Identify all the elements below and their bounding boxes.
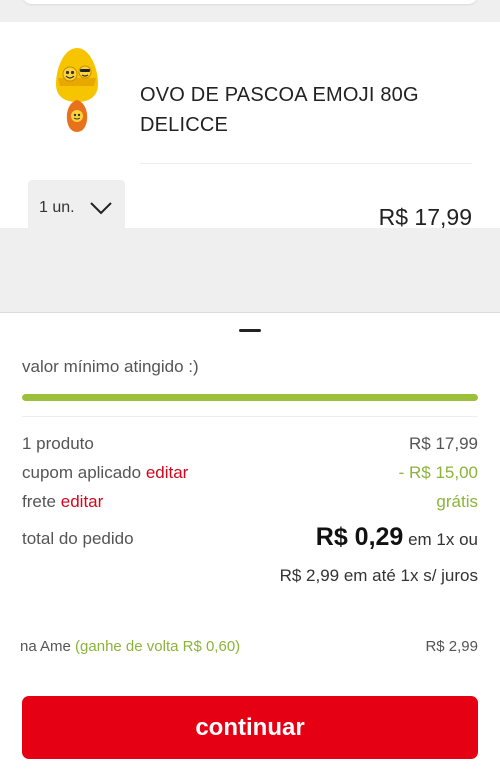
total-row: R$ 0,29 em 1x ou <box>316 523 478 552</box>
coupon-row: cupom aplicado editar <box>22 463 188 483</box>
easter-egg-emoji-icon <box>56 48 98 132</box>
coupon-label: cupom aplicado <box>22 463 142 482</box>
ame-label: na Ame <box>20 638 71 655</box>
items-value: R$ 17,99 <box>409 434 478 453</box>
ame-value: R$ 2,99 <box>425 638 478 655</box>
continue-button[interactable]: continuar <box>22 696 478 759</box>
ame-row: na Ame (ganhe de volta R$ 0,60) <box>20 638 240 655</box>
total-suffix: em 1x ou <box>408 530 478 549</box>
shipping-label: frete <box>22 492 57 511</box>
shipping-edit-link[interactable]: editar <box>61 492 104 511</box>
shipping-row: frete editar <box>22 492 103 512</box>
previous-card-edge <box>22 0 478 4</box>
summary-divider <box>22 416 478 417</box>
items-label: 1 produto <box>22 434 94 453</box>
product-divider <box>140 163 472 164</box>
product-card: OVO DE PASCOA EMOJI 80G DELICCE 1 un. R$… <box>0 22 500 235</box>
product-price: R$ 17,99 <box>378 204 472 230</box>
ame-cashback: (ganhe de volta R$ 0,60) <box>75 638 241 655</box>
minimum-value-label: valor mínimo atingido :) <box>22 357 199 376</box>
progress-fill <box>22 394 478 401</box>
quantity-select[interactable]: 1 un. <box>28 180 125 235</box>
sheet-drag-handle[interactable] <box>239 329 261 332</box>
total-value: R$ 0,29 <box>315 523 404 551</box>
shipping-value: grátis <box>436 492 478 511</box>
product-name: OVO DE PASCOA EMOJI 80G DELICCE <box>140 84 419 136</box>
installments-text: R$ 2,99 em até 1x s/ juros <box>279 566 478 585</box>
chevron-down-icon <box>89 201 112 214</box>
coupon-edit-link[interactable]: editar <box>146 463 189 482</box>
total-label: total do pedido <box>22 529 134 548</box>
order-summary-sheet: valor mínimo atingido :) 1 produto R$ 17… <box>0 312 500 780</box>
minimum-progress-bar <box>22 394 478 401</box>
quantity-value: 1 un. <box>39 198 75 216</box>
coupon-value: - R$ 15,00 <box>398 463 478 482</box>
